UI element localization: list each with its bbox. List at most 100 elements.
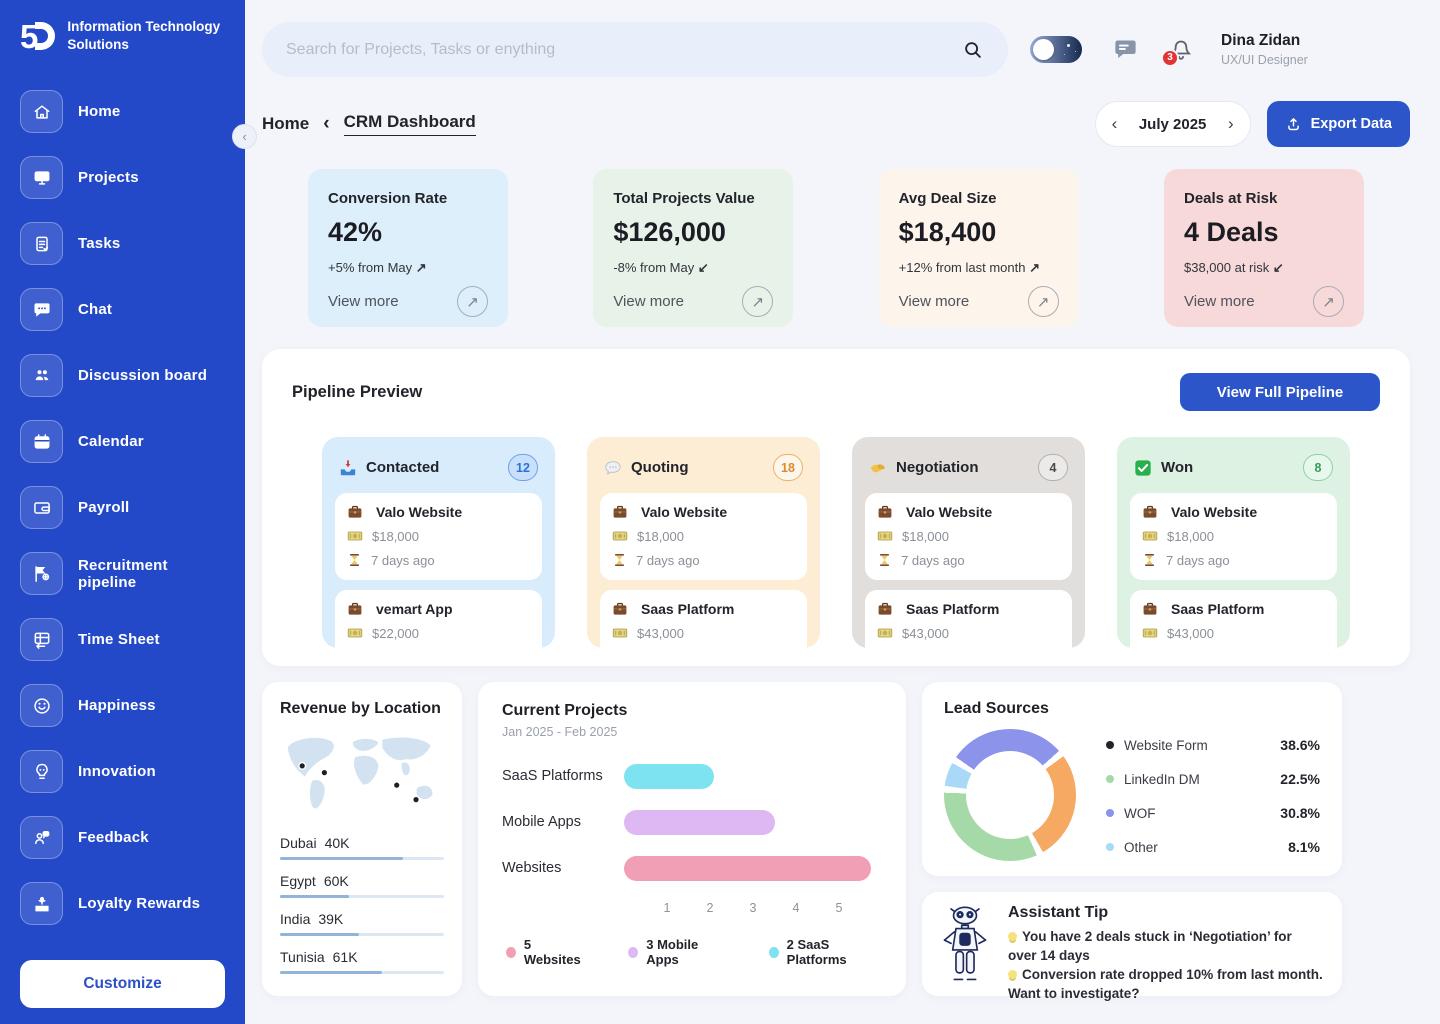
arrow-up-right-icon[interactable]: ↗ (457, 286, 488, 317)
project-bar-fill (624, 764, 714, 789)
stat-delta: -8% from May ↙ (613, 260, 773, 276)
notifications-button[interactable]: 3 (1169, 37, 1193, 63)
legend-value: 30.8% (1280, 805, 1320, 821)
location-name: India (280, 911, 310, 927)
view-more-link[interactable]: View more↗ (328, 286, 488, 317)
deal-age: 7 days ago (636, 553, 700, 568)
export-data-button[interactable]: Export Data (1267, 101, 1410, 147)
cash-icon (347, 625, 363, 641)
stat-title: Deals at Risk (1184, 190, 1344, 207)
location-name: Tunisia (280, 949, 325, 965)
sidebar-item-feedback[interactable]: Feedback (20, 816, 229, 859)
breadcrumb-current[interactable]: CRM Dashboard (344, 112, 476, 136)
projects-icon (20, 156, 63, 199)
stat-card-deals-at-risk: Deals at Risk 4 Deals $38,000 at risk ↙ … (1164, 169, 1364, 327)
arrow-up-right-icon[interactable]: ↗ (742, 286, 773, 317)
x-tick: 2 (707, 901, 714, 915)
next-month-button[interactable]: › (1228, 114, 1234, 134)
projects-title: Current Projects (502, 702, 882, 720)
x-axis: 1 2 3 4 5 (624, 901, 882, 919)
location-row: Tunisia61K (280, 949, 444, 974)
user-name: Dina Zidan (1221, 32, 1308, 50)
bottom-row: Revenue by Location (262, 682, 1410, 996)
deal-name: Saas Platform (1171, 601, 1264, 617)
breadcrumb-home[interactable]: Home (262, 114, 309, 134)
deal-card[interactable]: Saas Platform $43,000 (600, 590, 807, 648)
deal-card[interactable]: vemart App $22,000 (335, 590, 542, 648)
pipeline-column-negotiation: Negotiation 4 Valo Website $18,000 7 day… (852, 437, 1085, 648)
briefcase-icon (1142, 504, 1158, 520)
deal-name: Saas Platform (906, 601, 999, 617)
lead-sources-legend: Website Form38.6% LinkedIn DM22.5% WOF30… (1106, 728, 1320, 864)
deal-card[interactable]: Valo Website $18,000 7 days ago (865, 493, 1072, 580)
map-dot (413, 796, 420, 803)
sidebar-item-label: Happiness (78, 697, 156, 714)
messages-button[interactable] (1112, 36, 1139, 63)
stat-card-avg-deal-size: Avg Deal Size $18,400 +12% from last mon… (879, 169, 1079, 327)
sidebar-item-home[interactable]: Home (20, 90, 229, 133)
user-info[interactable]: Dina Zidan UX/UI Designer (1221, 32, 1308, 67)
sidebar-item-label: Payroll (78, 499, 129, 516)
deal-card[interactable]: Saas Platform $43,000 (865, 590, 1072, 648)
deal-card[interactable]: Valo Website $18,000 7 days ago (335, 493, 542, 580)
view-more-link[interactable]: View more↗ (1184, 286, 1344, 317)
sidebar-item-recruitment-pipeline[interactable]: Recruitment pipeline (20, 552, 229, 595)
people-icon (20, 354, 63, 397)
arrow-up-right-icon[interactable]: ↗ (1313, 286, 1344, 317)
deal-name: Valo Website (1171, 504, 1257, 520)
lead-legend-dot (1106, 741, 1114, 749)
sidebar-item-projects[interactable]: Projects (20, 156, 229, 199)
search-input[interactable] (286, 41, 962, 59)
sidebar-item-calendar[interactable]: Calendar (20, 420, 229, 463)
stat-value: 4 Deals (1184, 217, 1344, 248)
x-tick: 5 (836, 901, 843, 915)
sidebar-item-label: Innovation (78, 763, 156, 780)
search-icon[interactable] (962, 39, 984, 61)
cash-icon (1142, 528, 1158, 544)
customize-button[interactable]: Customize (20, 960, 225, 1008)
toggle-knob-icon (1033, 39, 1054, 60)
world-map (280, 730, 444, 822)
sidebar-item-label: Tasks (78, 235, 120, 252)
sidebar-item-discussion-board[interactable]: Discussion board (20, 354, 229, 397)
calendar-icon (20, 420, 63, 463)
main-content: 3 Dina Zidan UX/UI Designer Home ‹ CRM D… (245, 0, 1440, 1024)
dark-mode-toggle[interactable] (1030, 36, 1082, 63)
sidebar-item-chat[interactable]: Chat (20, 288, 229, 331)
lead-legend-dot (1106, 843, 1114, 851)
stage-count-badge: 18 (773, 454, 803, 481)
sidebar-item-happiness[interactable]: Happiness (20, 684, 229, 727)
location-row: India39K (280, 911, 444, 936)
legend-row: Other8.1% (1106, 830, 1320, 864)
sidebar-item-time-sheet[interactable]: Time Sheet (20, 618, 229, 661)
pipeline-stage-name: Contacted (366, 459, 439, 476)
assistant-tip-card: Assistant Tip You have 2 deals stuck in … (922, 892, 1342, 996)
view-more-link[interactable]: View more↗ (899, 286, 1059, 317)
sidebar-item-loyalty-rewards[interactable]: Loyalty Rewards (20, 882, 229, 925)
location-row: Egypt60K (280, 873, 444, 898)
sidebar-item-payroll[interactable]: Payroll (20, 486, 229, 529)
sidebar-item-innovation[interactable]: Innovation (20, 750, 229, 793)
view-full-pipeline-button[interactable]: View Full Pipeline (1180, 373, 1380, 411)
legend-dot (506, 947, 516, 958)
cash-icon (347, 528, 363, 544)
view-more-link[interactable]: View more↗ (613, 286, 773, 317)
logo-icon: 5 (20, 20, 55, 53)
legend-item: 3 Mobile Apps (628, 937, 724, 967)
briefcase-icon (877, 601, 893, 617)
deal-card[interactable]: Valo Website $18,000 7 days ago (600, 493, 807, 580)
map-dot (299, 763, 306, 770)
trend-down-icon: ↙ (698, 260, 709, 275)
pipeline-section: Pipeline Preview View Full Pipeline Cont… (262, 349, 1410, 666)
arrow-up-right-icon[interactable]: ↗ (1028, 286, 1059, 317)
deal-card[interactable]: Valo Website $18,000 7 days ago (1130, 493, 1337, 580)
avatar[interactable] (1326, 27, 1372, 73)
deal-card[interactable]: Saas Platform $43,000 (1130, 590, 1337, 648)
briefcase-icon (877, 504, 893, 520)
sidebar-collapse-button[interactable]: ‹ (232, 124, 257, 149)
location-bar-fill (280, 933, 359, 936)
speech-bubble-icon (604, 459, 622, 477)
previous-month-button[interactable]: ‹ (1112, 114, 1118, 134)
stage-count-badge: 4 (1038, 454, 1068, 481)
sidebar-item-tasks[interactable]: Tasks (20, 222, 229, 265)
